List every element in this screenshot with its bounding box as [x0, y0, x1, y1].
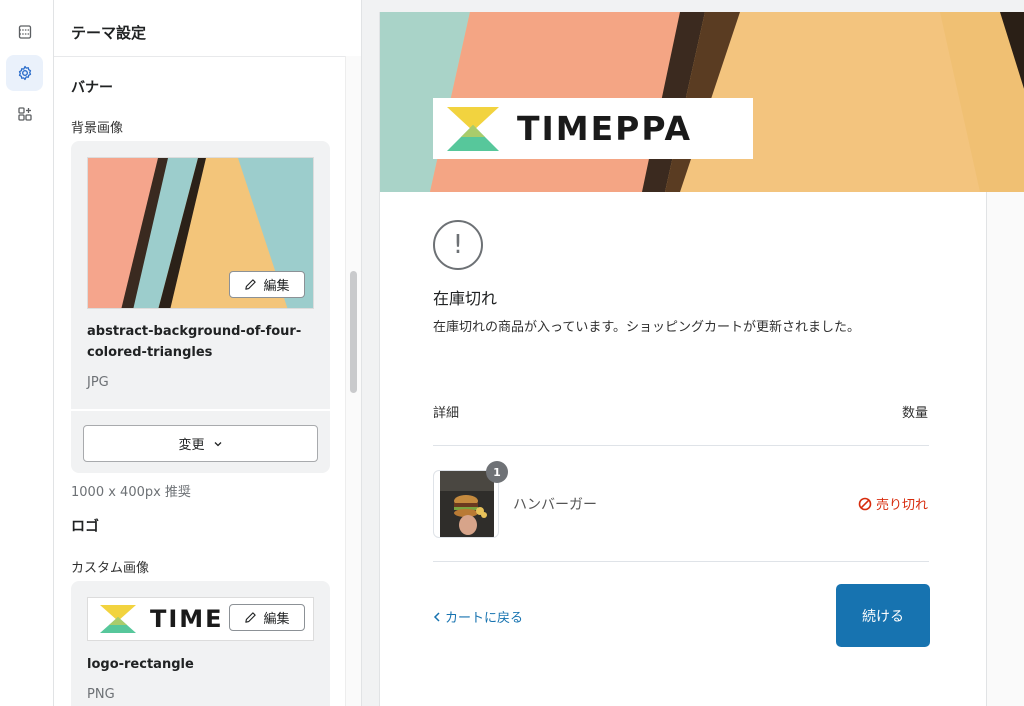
- banner-image: TIMEPPA: [380, 12, 1024, 192]
- table-divider: [433, 445, 929, 446]
- change-label: 変更: [178, 438, 205, 453]
- banner-image-card: 編集 abstract-background-of-four-colored-t…: [71, 141, 330, 473]
- logo-mark-icon: [100, 605, 136, 633]
- edit-label: 編集: [263, 279, 290, 294]
- out-of-stock-description: 在庫切れの商品が入っています。ショッピングカートが更新されました。: [433, 320, 861, 335]
- logo-mark-icon: [447, 106, 499, 151]
- logo-image-card: TIME 編集 logo-rectangle PNG: [71, 581, 330, 706]
- banner-heading: バナー: [71, 80, 113, 96]
- sections-icon[interactable]: [6, 14, 43, 50]
- checkout-preview: TIMEPPA ! 在庫切れ 在庫切れの商品が入っています。ショッピングカートが…: [379, 12, 1024, 706]
- logo-file-type: PNG: [87, 687, 115, 702]
- banner-edit-button[interactable]: 編集: [229, 271, 305, 298]
- prohibited-icon: [858, 497, 872, 510]
- add-apps-icon[interactable]: [6, 96, 43, 132]
- banner-change-button[interactable]: 変更: [83, 425, 318, 462]
- store-logo: TIMEPPA: [433, 98, 753, 159]
- custom-image-label: カスタム画像: [71, 561, 150, 576]
- table-divider: [433, 561, 929, 562]
- banner-size-hint: 1000 x 400px 推奨: [71, 485, 191, 500]
- pencil-icon: [245, 612, 257, 623]
- card-divider: [71, 409, 330, 411]
- out-of-stock-title: 在庫切れ: [433, 289, 498, 308]
- theme-settings-panel: テーマ設定 バナー 背景画像 編集 abstract-background-of…: [54, 0, 362, 706]
- sold-out-status: 売り切れ: [858, 494, 928, 513]
- warning-icon: !: [433, 220, 483, 270]
- title-divider: [54, 56, 345, 57]
- background-image-label: 背景画像: [71, 121, 124, 136]
- sold-out-label: 売り切れ: [875, 498, 928, 513]
- logo-edit-button[interactable]: 編集: [229, 604, 305, 631]
- theme-settings-gear-icon[interactable]: [6, 55, 43, 91]
- icon-rail: [0, 0, 54, 706]
- banner-file-type: JPG: [87, 375, 109, 390]
- panel-title: テーマ設定: [71, 24, 147, 42]
- pencil-icon: [245, 279, 257, 290]
- quantity-column-header: 数量: [901, 406, 928, 421]
- logo-preview-text: TIME: [150, 605, 224, 633]
- continue-button[interactable]: 続ける: [836, 584, 930, 647]
- edit-label: 編集: [263, 612, 290, 627]
- logo-file-name: logo-rectangle: [87, 657, 194, 672]
- chevron-down-icon: [214, 441, 221, 446]
- product-name: ハンバーガー: [513, 497, 597, 513]
- quantity-badge: 1: [486, 461, 508, 483]
- back-to-cart-link[interactable]: カートに戻る: [433, 607, 523, 626]
- out-of-stock-panel: ! 在庫切れ 在庫切れの商品が入っています。ショッピングカートが更新されました。…: [380, 192, 987, 706]
- banner-file-name: abstract-background-of-four-colored-tria…: [87, 324, 302, 360]
- back-to-cart-label: カートに戻る: [445, 611, 524, 626]
- logo-heading: ロゴ: [71, 519, 99, 535]
- chevron-left-icon: [433, 611, 440, 622]
- details-column-header: 詳細: [433, 406, 460, 421]
- logo-text: TIMEPPA: [517, 109, 693, 148]
- sidebar-scrollbar-thumb[interactable]: [350, 271, 357, 393]
